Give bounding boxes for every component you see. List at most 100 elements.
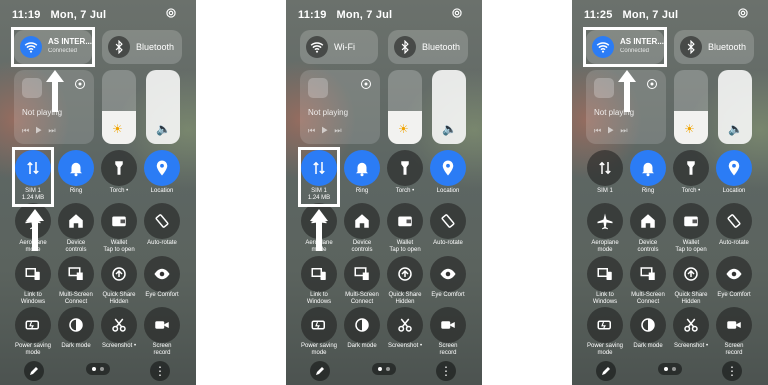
toggle-label: Location — [436, 188, 460, 194]
screen-record-button[interactable] — [430, 307, 466, 343]
toggle-label: Eye Comfort — [431, 292, 465, 298]
arrow-up-icon — [26, 209, 44, 251]
wifi-label: Wi-Fi — [334, 42, 355, 52]
time: 11:19 — [12, 9, 41, 21]
edit-icon[interactable] — [24, 361, 44, 381]
cast-icon[interactable] — [646, 78, 658, 90]
ring-button[interactable] — [344, 150, 380, 186]
toggle-label: Eye Comfort — [145, 292, 179, 298]
device-controls-button[interactable] — [630, 203, 666, 239]
link-to-windows-button[interactable] — [587, 256, 623, 292]
torch-icon — [115, 161, 123, 175]
gear-icon[interactable] — [736, 6, 750, 20]
speaker-icon: 🔈 — [442, 122, 457, 136]
location-button[interactable] — [430, 150, 466, 186]
quick-share-button[interactable] — [673, 256, 709, 292]
multi-screen-connect-button[interactable] — [58, 256, 94, 292]
screen-record-button[interactable] — [144, 307, 180, 343]
date: Mon, 7 Jul — [622, 9, 679, 21]
power-saving-button[interactable] — [587, 307, 623, 343]
screenshot-button[interactable] — [101, 307, 137, 343]
torch-button[interactable] — [387, 150, 423, 186]
screen-record-button[interactable] — [716, 307, 752, 343]
rotate-icon — [727, 214, 741, 228]
device-controls-button[interactable] — [58, 203, 94, 239]
cast-icon[interactable] — [360, 78, 372, 90]
bluetooth-tile[interactable]: Bluetooth — [674, 30, 754, 64]
dark-mode-button[interactable] — [344, 307, 380, 343]
cast-icon[interactable] — [74, 78, 86, 90]
sun-icon: ☀ — [684, 122, 695, 136]
wallet-icon — [684, 216, 698, 227]
eye-comfort-button[interactable] — [716, 256, 752, 292]
volume-slider[interactable]: 🔈 — [432, 70, 466, 144]
sun-icon: ☀ — [112, 122, 123, 136]
screenshot-button[interactable] — [673, 307, 709, 343]
arrow-up-icon — [310, 209, 328, 251]
toggle-label: Screen record — [724, 343, 744, 356]
eye-comfort-button[interactable] — [144, 256, 180, 292]
page-indicator — [372, 363, 396, 375]
eye-comfort-button[interactable] — [430, 256, 466, 292]
more-options-icon[interactable]: ⋮ — [722, 361, 742, 381]
dark-mode-button[interactable] — [58, 307, 94, 343]
bell-icon — [356, 162, 368, 177]
wallet-button[interactable] — [387, 203, 423, 239]
dark-mode-button[interactable] — [630, 307, 666, 343]
mobile-data-button[interactable] — [587, 150, 623, 186]
location-icon — [728, 160, 740, 176]
quick-share-button[interactable] — [101, 256, 137, 292]
ring-button[interactable] — [630, 150, 666, 186]
multi-screen-connect-button[interactable] — [344, 256, 380, 292]
bluetooth-tile[interactable]: Bluetooth — [102, 30, 182, 64]
control-center-screen-1: 11:19 Mon, 7 Jul AS INTER... Connected Bl… — [0, 0, 196, 385]
aeroplane-mode-button[interactable] — [587, 203, 623, 239]
link-to-windows-button[interactable] — [15, 256, 51, 292]
wallet-icon — [398, 216, 412, 227]
torch-icon — [687, 161, 695, 175]
dark-mode-icon — [641, 318, 655, 332]
more-options-icon[interactable]: ⋮ — [150, 361, 170, 381]
bell-icon — [642, 162, 654, 177]
torch-button[interactable] — [673, 150, 709, 186]
gear-icon[interactable] — [164, 6, 178, 20]
torch-icon — [401, 161, 409, 175]
media-controls-icon: ⏮▶⏭ — [594, 126, 634, 135]
location-button[interactable] — [144, 150, 180, 186]
quick-share-button[interactable] — [387, 256, 423, 292]
bottom-bar: ⋮ — [286, 358, 482, 382]
edit-icon[interactable] — [596, 361, 616, 381]
link-windows-icon — [597, 268, 612, 280]
brightness-slider[interactable]: ☀ — [674, 70, 708, 144]
more-options-icon[interactable]: ⋮ — [436, 361, 456, 381]
volume-slider[interactable]: 🔈 — [718, 70, 752, 144]
ring-button[interactable] — [58, 150, 94, 186]
wallet-button[interactable] — [101, 203, 137, 239]
sun-icon: ☀ — [398, 122, 409, 136]
status-bar: 11:19 Mon, 7 Jul — [298, 9, 392, 21]
power-saving-button[interactable] — [301, 307, 337, 343]
location-button[interactable] — [716, 150, 752, 186]
bluetooth-label: Bluetooth — [708, 42, 747, 52]
edit-icon[interactable] — [310, 361, 330, 381]
volume-slider[interactable]: 🔈 — [146, 70, 180, 144]
link-to-windows-button[interactable] — [301, 256, 337, 292]
auto-rotate-button[interactable] — [430, 203, 466, 239]
torch-button[interactable] — [101, 150, 137, 186]
bluetooth-tile[interactable]: Bluetooth — [388, 30, 468, 64]
power-saving-button[interactable] — [15, 307, 51, 343]
auto-rotate-button[interactable] — [144, 203, 180, 239]
music-note-icon — [594, 78, 614, 98]
auto-rotate-button[interactable] — [716, 203, 752, 239]
media-player[interactable]: Not playing ⏮▶⏭ — [300, 70, 380, 144]
brightness-slider[interactable]: ☀ — [102, 70, 136, 144]
multi-screen-connect-button[interactable] — [630, 256, 666, 292]
gear-icon[interactable] — [450, 6, 464, 20]
link-windows-icon — [311, 268, 326, 280]
wallet-button[interactable] — [673, 203, 709, 239]
wifi-tile[interactable]: Wi-Fi — [300, 30, 378, 64]
speaker-icon: 🔈 — [728, 122, 743, 136]
device-controls-button[interactable] — [344, 203, 380, 239]
brightness-slider[interactable]: ☀ — [388, 70, 422, 144]
screenshot-button[interactable] — [387, 307, 423, 343]
